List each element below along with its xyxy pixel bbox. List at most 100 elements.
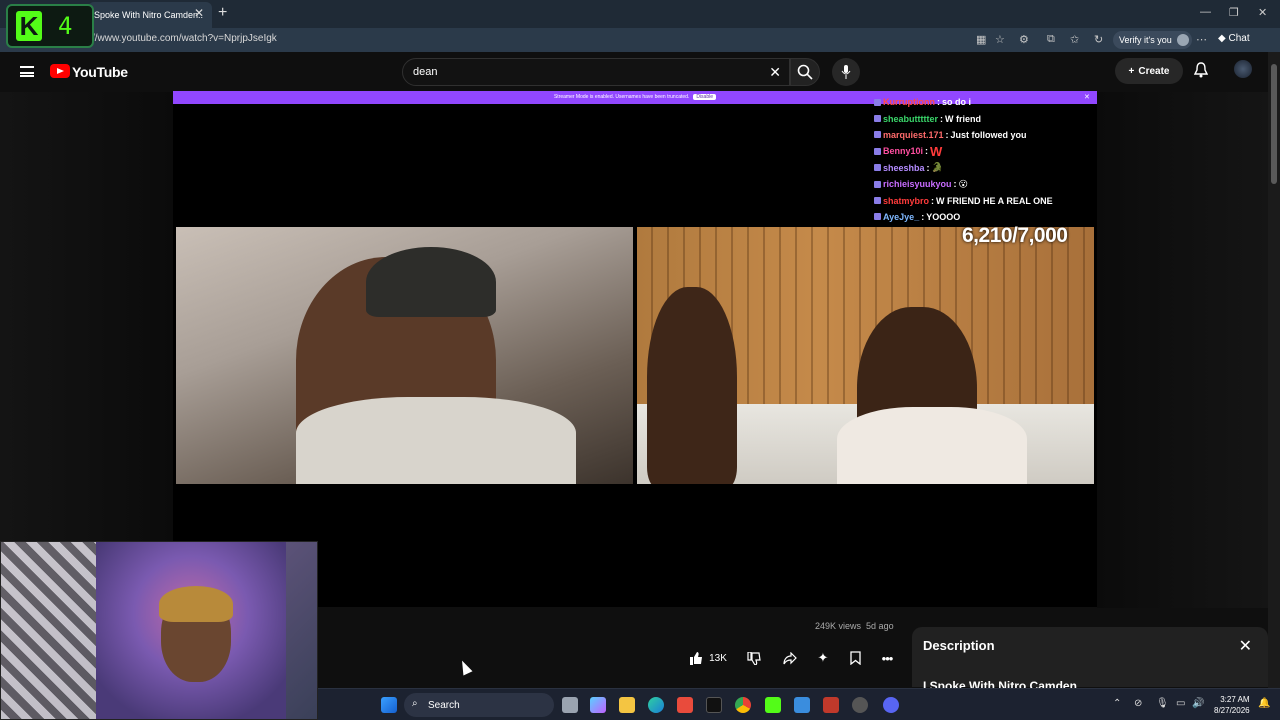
chat-username[interactable]: sheeshba <box>883 163 925 173</box>
chat-separator: : <box>921 211 925 222</box>
taskbar-clock[interactable]: 3:27 AM 8/27/2026 <box>1214 694 1250 716</box>
account-avatar[interactable] <box>1234 60 1252 78</box>
chat-username[interactable]: AyeJye_ <box>883 212 919 222</box>
verify-profile-button[interactable]: Verify it's you <box>1113 31 1192 49</box>
clock-time: 3:27 AM <box>1220 695 1250 704</box>
more-menu-icon[interactable]: ⋯ <box>1196 33 1207 46</box>
scroll-thumb[interactable] <box>1271 64 1277 184</box>
kick-app-icon[interactable] <box>765 697 781 713</box>
dislike-button[interactable] <box>744 646 764 670</box>
chat-badge-icon <box>874 115 881 123</box>
history-icon[interactable]: ↻ <box>1094 33 1103 46</box>
chat-badge-icon <box>874 213 881 221</box>
notifications-bell-icon[interactable] <box>1194 62 1208 78</box>
copilot-icon[interactable] <box>590 697 606 713</box>
tray-overflow-icon[interactable]: ⌃ <box>1113 698 1121 709</box>
chat-username[interactable]: richieisyuukyou <box>883 179 952 189</box>
favorites-icon[interactable]: ✩ <box>1070 33 1079 46</box>
menu-hamburger-icon[interactable] <box>20 66 34 77</box>
window-close-icon[interactable]: ✕ <box>1258 6 1267 19</box>
store-icon[interactable] <box>677 697 693 713</box>
chat-separator: : <box>953 179 957 190</box>
split-screen-icon[interactable]: ⧉ <box>1047 33 1055 46</box>
more-actions-button[interactable]: ••• <box>877 646 897 670</box>
volume-icon[interactable]: 🔊 <box>1192 698 1204 709</box>
url-field[interactable]: //www.youtube.com/watch?v=NprjpJseIgk <box>92 33 277 44</box>
like-button[interactable]: 13K <box>686 646 730 670</box>
voice-search-button[interactable] <box>832 58 860 86</box>
plus-icon: + <box>1128 65 1135 77</box>
chat-separator: : <box>925 146 929 157</box>
bookmark-icon <box>849 651 861 665</box>
curtain <box>1 542 96 719</box>
restore-icon[interactable]: ❐ <box>1229 6 1239 19</box>
save-button[interactable] <box>845 646 865 670</box>
chat-username[interactable]: Benny10i <box>883 146 923 156</box>
chat-label: Chat <box>1228 33 1250 44</box>
kick-badge-number: 4 <box>58 12 73 40</box>
notifications-icon[interactable]: 🔔 <box>1258 698 1270 709</box>
sparkle-icon: ✦ <box>817 650 829 665</box>
new-tab-button[interactable]: + <box>218 4 227 22</box>
browser-tab-bar: Spoke With Nitro Camden.. ✕ + — ❐ ✕ <box>0 0 1280 28</box>
profile-avatar <box>1176 34 1189 46</box>
network-icon[interactable]: ▭ <box>1176 698 1185 709</box>
chat-username[interactable]: sheabuttttter <box>883 114 938 124</box>
kick-overlay-badge: K 4 <box>6 4 94 48</box>
description-close-icon[interactable]: ✕ <box>1239 636 1252 656</box>
obs-icon[interactable] <box>852 697 868 713</box>
edge-browser-icon[interactable] <box>648 697 664 713</box>
page-scrollbar[interactable] <box>1268 52 1280 688</box>
tray-app-icon[interactable]: ⊘ <box>1134 698 1142 709</box>
chat-username[interactable]: Kurruptionn <box>883 97 935 107</box>
youtube-logo-icon[interactable] <box>50 64 70 78</box>
ask-ai-button[interactable]: ✦ <box>813 646 833 670</box>
terminal-icon[interactable] <box>706 697 722 713</box>
search-box[interactable]: dean ✕ <box>402 58 790 86</box>
apps-icon[interactable]: ▦ <box>976 33 986 46</box>
chat-username[interactable]: marquiest.171 <box>883 130 944 140</box>
chat-badge-icon <box>874 98 881 106</box>
streamer-webcam-overlay <box>0 541 318 720</box>
favorite-star-icon[interactable]: ☆ <box>995 33 1005 46</box>
extension-icon[interactable]: ⚙ <box>1019 33 1029 46</box>
beanie <box>159 586 233 622</box>
create-button[interactable]: + Create <box>1115 58 1183 84</box>
chat-username[interactable]: shatmybro <box>883 196 929 206</box>
tray-mic-icon[interactable]: 🎙 <box>1156 698 1169 709</box>
chat-line: Kurruptionn: so do i <box>874 94 1096 110</box>
shirt-right <box>837 407 1027 484</box>
discord-icon[interactable] <box>883 697 899 713</box>
task-view-icon[interactable] <box>562 697 578 713</box>
search-input[interactable]: dean <box>413 66 437 78</box>
copilot-chat-button[interactable]: ◆ Chat <box>1218 33 1250 44</box>
chat-message: YOOOO <box>926 211 961 222</box>
chat-line: sheeshba: 🐊 <box>874 160 1096 176</box>
streaming-app-icon[interactable] <box>823 697 839 713</box>
youtube-logo-text[interactable]: YouTube <box>72 64 128 80</box>
file-explorer-icon[interactable] <box>619 697 635 713</box>
chat-line: marquiest.171: Just followed you <box>874 127 1096 143</box>
description-panel: Description ✕ I Spoke With Nitro Camden <box>912 627 1268 693</box>
search-button[interactable] <box>790 58 820 86</box>
share-button[interactable] <box>780 646 800 670</box>
taskbar-search-label: Search <box>428 699 460 711</box>
chat-badge-icon <box>874 197 881 205</box>
chat-separator: : <box>945 129 949 140</box>
chat-message: Just followed you <box>950 129 1027 140</box>
taskbar-search-box[interactable]: ⌕ Search <box>404 693 554 717</box>
person-right-a <box>647 287 737 484</box>
ambient-left <box>0 92 173 542</box>
start-windows-icon[interactable] <box>381 697 397 713</box>
chat-badge-icon <box>874 180 881 188</box>
search-icon <box>797 64 813 80</box>
chat-line: richieisyuukyou: 😮 <box>874 176 1096 192</box>
chrome-icon[interactable] <box>735 697 751 713</box>
tab-close-icon[interactable]: ✕ <box>194 6 204 20</box>
notepad-icon[interactable] <box>794 697 810 713</box>
minimize-icon[interactable]: — <box>1200 6 1211 18</box>
disable-streamer-mode-button[interactable]: Disable <box>693 94 717 100</box>
chat-badge-icon <box>874 147 881 155</box>
search-clear-icon[interactable]: ✕ <box>769 64 781 81</box>
mouse-cursor-icon <box>457 658 473 676</box>
